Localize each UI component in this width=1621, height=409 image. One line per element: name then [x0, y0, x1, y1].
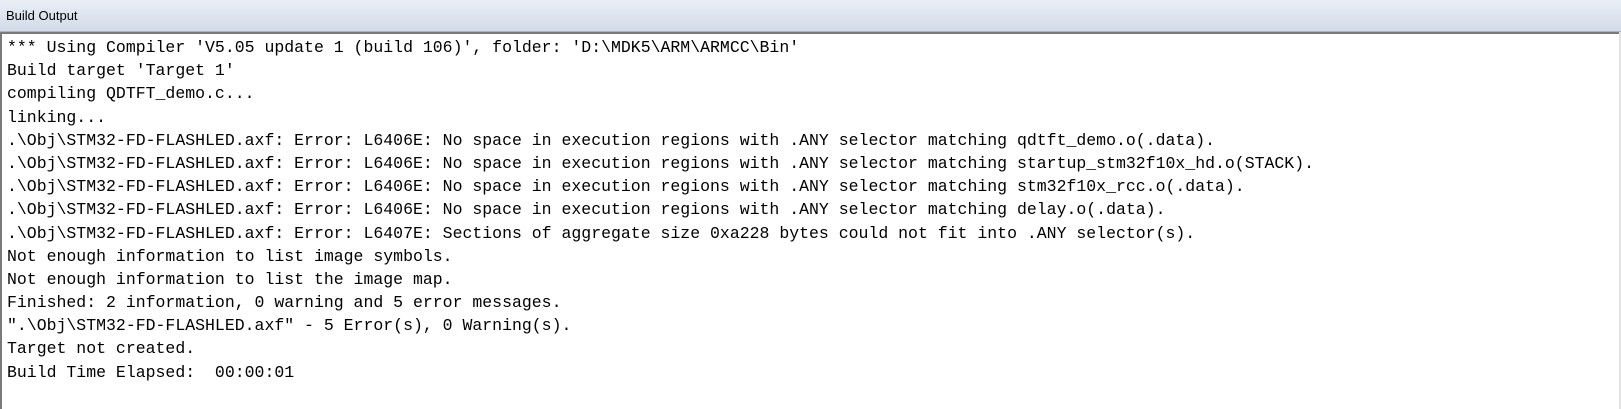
output-line: linking... [7, 107, 107, 127]
output-line: .\Obj\STM32-FD-FLASHLED.axf: Error: L640… [7, 153, 1315, 173]
build-output-title-bar: Build Output [0, 0, 1621, 32]
output-line: .\Obj\STM32-FD-FLASHLED.axf: Error: L640… [7, 223, 1196, 243]
output-line: Not enough information to list the image… [7, 269, 453, 289]
window-title: Build Output [6, 8, 78, 23]
output-line: Finished: 2 information, 0 warning and 5… [7, 293, 562, 313]
output-line: compiling QDTFT_demo.c... [7, 84, 255, 104]
output-lines-list: *** Using Compiler 'V5.05 update 1 (buil… [7, 36, 1314, 384]
output-line: Target not created. [7, 339, 196, 359]
output-line: Build target 'Target 1' [7, 61, 235, 81]
output-line: *** Using Compiler 'V5.05 update 1 (buil… [7, 38, 800, 57]
output-line: ".\Obj\STM32-FD-FLASHLED.axf" - 5 Error(… [7, 316, 572, 336]
output-line: .\Obj\STM32-FD-FLASHLED.axf: Error: L640… [7, 130, 1215, 150]
output-line: Build Time Elapsed: 00:00:01 [7, 362, 295, 382]
build-output-text-area[interactable]: *** Using Compiler 'V5.05 update 1 (buil… [0, 32, 1621, 409]
build-output-window: Build Output *** Using Compiler 'V5.05 u… [0, 0, 1621, 409]
output-line: Not enough information to list image sym… [7, 246, 453, 266]
output-line: .\Obj\STM32-FD-FLASHLED.axf: Error: L640… [7, 200, 1166, 220]
output-line: .\Obj\STM32-FD-FLASHLED.axf: Error: L640… [7, 177, 1245, 197]
